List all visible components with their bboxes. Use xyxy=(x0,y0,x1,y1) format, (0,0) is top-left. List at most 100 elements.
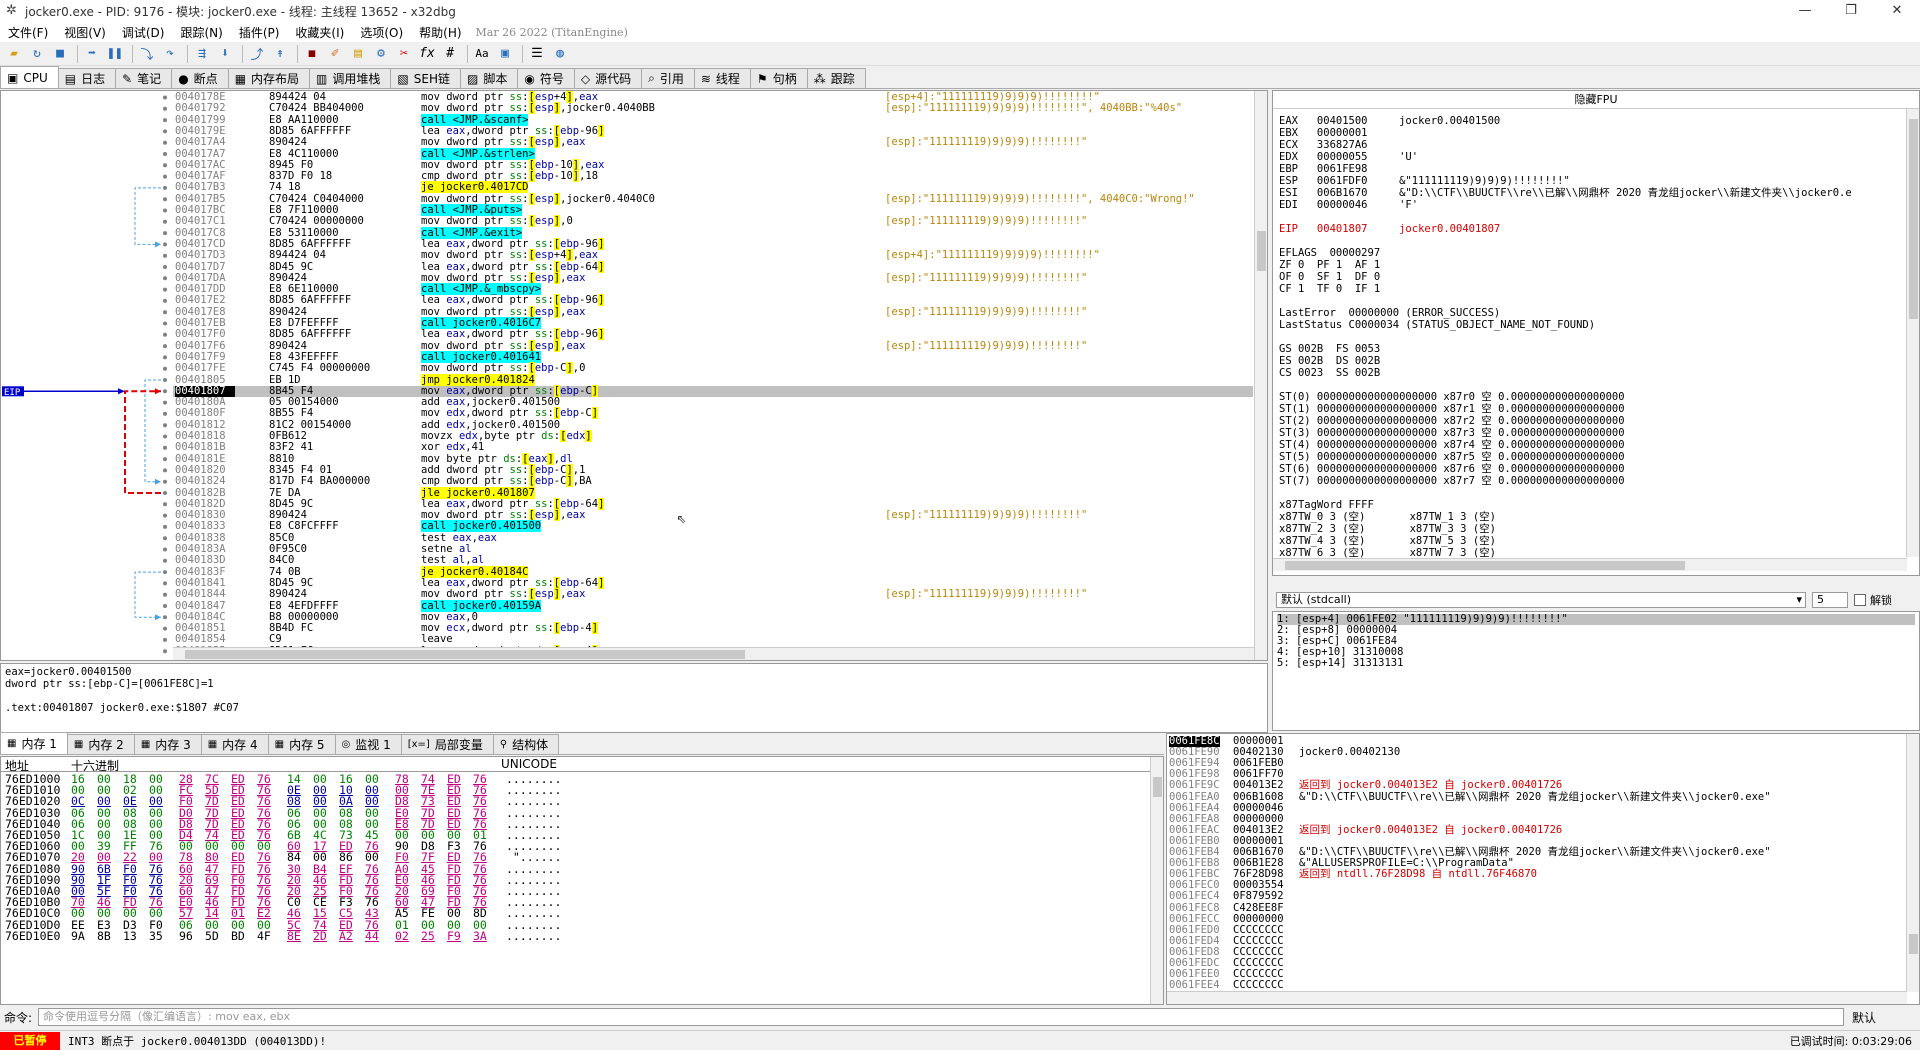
dump-tab-7[interactable]: [x=] 局部变量 xyxy=(400,734,494,754)
disasm-row[interactable]: 00401838 85C0 test eax,eax xyxy=(173,532,1253,544)
trace-into-icon[interactable]: ⇶ xyxy=(192,44,212,64)
list-icon[interactable]: ☰ xyxy=(527,44,547,64)
disasm-row[interactable]: 004017C1 C70424 00000000 mov dword ptr ss:… xyxy=(173,215,1253,228)
dump-byte[interactable]: 35 xyxy=(149,930,163,942)
register-line[interactable]: x87TW_2 3 (空) x87TW_3 3 (空) xyxy=(1279,523,1899,535)
menu-plugins[interactable]: 插件(P) xyxy=(231,24,288,41)
dump-byte[interactable]: 8B xyxy=(97,930,111,942)
tab-call-stack[interactable]: ▥ 调用堆栈 xyxy=(309,68,392,88)
tab-source[interactable]: ◇ 源代码 xyxy=(573,68,643,88)
close-button[interactable]: ✕ xyxy=(1874,0,1920,22)
dump-byte[interactable]: 13 xyxy=(123,930,137,942)
disasm-row[interactable]: 0040182B 7E DA jle jocker0.401807 xyxy=(173,486,1253,499)
menu-file[interactable]: 文件(F) xyxy=(0,24,56,41)
patch-icon[interactable]: ✐ xyxy=(325,44,345,64)
disasm-row[interactable]: 004017A4 890424 mov dword ptr ss:[esp],eax… xyxy=(173,136,1253,149)
register-line[interactable]: ESI 006B1670 &"D:\\CTF\\BUUCTF\\re\\已解\\… xyxy=(1279,187,1899,199)
dump-byte[interactable]: 25 xyxy=(421,930,435,942)
disasm-row[interactable]: 0040179E 8D85 6AFFFFFF lea eax,dword ptr s… xyxy=(173,124,1253,137)
disasm-row[interactable]: 00401847 E8 4EFDFFFF call jocker0.40159A xyxy=(173,599,1253,612)
dump-byte[interactable]: A2 xyxy=(339,930,353,942)
register-line[interactable] xyxy=(1279,295,1899,307)
register-line[interactable]: EIP 00401807 jocker0.00401807 xyxy=(1279,223,1899,235)
tab-memory-map[interactable]: ▦ 内存布局 xyxy=(227,68,311,88)
disasm-row[interactable]: 004017F6 890424 mov dword ptr ss:[esp],eax… xyxy=(173,339,1253,352)
disasm-row[interactable]: 0040183D 84C0 test al,al xyxy=(173,555,1253,566)
disasm-row[interactable]: 0040180A 05 00154000 add eax,jocker0.40150… xyxy=(173,397,1253,408)
disasm-row[interactable]: 00401812 81C2 00154000 add edx,jocker0.401… xyxy=(173,419,1253,431)
stack-row[interactable]: 0061FEC4 0F879592 xyxy=(1167,891,1907,902)
register-line[interactable]: EAX 00401500 jocker0.00401500 xyxy=(1279,115,1899,127)
disasm-row[interactable]: 004017A7 E8 4C110000 call <JMP.&strlen> xyxy=(173,147,1253,160)
dump-byte[interactable]: BD xyxy=(231,930,245,942)
register-line[interactable]: EBP 0061FE98 xyxy=(1279,163,1899,175)
dump-tab-3[interactable]: ▦ 内存 3 xyxy=(133,734,202,754)
tab-trace[interactable]: ⁂ 跟踪 xyxy=(806,68,866,88)
register-line[interactable]: x87TagWord FFFF xyxy=(1279,499,1899,511)
dump-byte[interactable]: 8E xyxy=(287,930,301,942)
dump-byte[interactable]: 3A xyxy=(473,930,487,942)
register-line[interactable] xyxy=(1279,235,1899,247)
register-line[interactable]: EDX 00000055 'U' xyxy=(1279,151,1899,163)
disasm-row[interactable]: 004017C8 E8 53110000 call <JMP.&exit> xyxy=(173,226,1253,239)
dump-row[interactable]: 76ED1010 00 00 02 00 FC 5D ED 76 0E 00 10 00 00 7E ED 76… xyxy=(1,784,1151,796)
label-icon[interactable]: ✂ xyxy=(394,44,414,64)
disasm-row[interactable]: 00401841 8D45 9C lea eax,dword ptr ss:[ebp… xyxy=(173,576,1253,589)
tab-threads[interactable]: ≋ 线程 xyxy=(693,68,751,88)
font-icon[interactable]: Aa xyxy=(472,44,492,64)
stack-row[interactable]: 0061FECC 00000000 xyxy=(1167,913,1907,925)
menu-trace[interactable]: 跟踪(N) xyxy=(172,24,230,41)
dump-row[interactable]: 76ED1070 20 00 22 00 78 80 ED 76 84 00 86 00 F0 7F ED 76… xyxy=(1,852,1151,864)
menu-view[interactable]: 视图(V) xyxy=(56,24,114,41)
comments-icon[interactable]: ▤ xyxy=(348,44,368,64)
command-mode-select[interactable]: 默认 xyxy=(1852,1009,1876,1026)
disassembly-view[interactable]: 0040178E 894424 04 mov dword ptr ss:[esp+4… xyxy=(173,91,1267,660)
stack-pane[interactable]: 0061FE8C 00000001 0061FE90 00402130 jocker0.… xyxy=(1166,733,1920,1005)
disasm-vertical-scrollbar[interactable] xyxy=(1254,91,1267,660)
trace-over-icon[interactable]: ⬇ xyxy=(215,44,235,64)
tab-handles[interactable]: ⚑ 句柄 xyxy=(749,68,808,88)
dump-row[interactable]: 76ED1000 16 00 18 00 28 7C ED 76 14 00 16 00 78 74 ED 76… xyxy=(1,773,1151,785)
register-line[interactable]: GS 002B FS 0053 xyxy=(1279,343,1899,355)
disasm-row[interactable]: 00401792 C70424 BB404000 mov dword ptr ss:… xyxy=(173,102,1253,115)
dump-row[interactable]: 76ED1030 06 00 08 00 D0 7D ED 76 06 00 08 00 E0 7D ED 76… xyxy=(1,807,1151,819)
stack-vertical-scrollbar[interactable] xyxy=(1906,734,1919,992)
disasm-row[interactable]: 0040181B 83F2 41 xor edx,41 xyxy=(173,442,1253,453)
disasm-row[interactable]: 00401854 C9 leave xyxy=(173,634,1253,645)
stack-row[interactable]: 0061FEA0 006B1608 &"D:\\CTF\\BUUCTF\\re\\已… xyxy=(1167,791,1907,803)
disasm-row[interactable]: 00401851 8B4D FC mov ecx,dword ptr ss:[ebp… xyxy=(173,622,1253,635)
disasm-row[interactable]: 00401799 E8 AA110000 call <JMP.&scanf> xyxy=(173,113,1253,126)
disasm-row[interactable]: 004017FE C745 F4 00000000 mov dword ptr ss… xyxy=(173,362,1253,375)
dump-row[interactable]: 76ED1090 90 1F F0 76 20 69 F0 76 20 46 FD 76 E0 46 FD 76… xyxy=(1,874,1151,886)
dump-byte[interactable]: 2D xyxy=(313,930,327,942)
registers-horizontal-scrollbar[interactable] xyxy=(1273,558,1907,571)
register-line[interactable]: ST(5) 0000000000000000000 x87r5 空 0.0000… xyxy=(1279,451,1899,463)
register-line[interactable] xyxy=(1279,211,1899,223)
register-line[interactable]: ST(3) 0000000000000000000 x87r3 空 0.0000… xyxy=(1279,427,1899,439)
registers-list[interactable]: EAX 00401500 jocker0.00401500 EBX 0000000… xyxy=(1279,115,1899,559)
dump-row[interactable]: 76ED10A0 00 5F F0 76 60 47 FD 76 20 25 F0 76 20 69 F0 76… xyxy=(1,885,1151,897)
register-line[interactable]: LastStatus C0000034 (STATUS_OBJECT_NAME_… xyxy=(1279,319,1899,331)
register-line[interactable]: ECX 336827A6 xyxy=(1279,139,1899,151)
dump-byte[interactable]: 02 xyxy=(395,930,409,942)
hash-icon[interactable]: # xyxy=(440,44,460,64)
disasm-row[interactable]: 00401844 890424 mov dword ptr ss:[esp],eax… xyxy=(173,588,1253,601)
disasm-row[interactable]: 004017F0 8D85 6AFFFFFF lea eax,dword ptr s… xyxy=(173,328,1253,341)
menu-debug[interactable]: 调试(D) xyxy=(114,24,173,41)
register-line[interactable]: ST(6) 0000000000000000000 x87r6 空 0.0000… xyxy=(1279,463,1899,475)
register-line[interactable]: x87TW_0 3 (空) x87TW_1 3 (空) xyxy=(1279,511,1899,523)
dump-tab-6[interactable]: ◎ 监视 1 xyxy=(334,734,402,754)
dump-byte[interactable]: F9 xyxy=(447,930,461,942)
execute-till-return-icon[interactable]: ⤴ xyxy=(247,44,267,64)
unlock-checkbox[interactable] xyxy=(1854,594,1866,606)
disasm-row[interactable]: 0040182D 8D45 9C lea eax,dword ptr ss:[ebp… xyxy=(173,497,1253,510)
register-line[interactable]: OF 0 SF 1 DF 0 xyxy=(1279,271,1899,283)
register-line[interactable]: ZF 0 PF 1 AF 1 xyxy=(1279,259,1899,271)
menu-options[interactable]: 选项(O) xyxy=(352,24,411,41)
register-line[interactable]: ST(2) 0000000000000000000 x87r2 空 0.0000… xyxy=(1279,415,1899,427)
stack-row[interactable]: 0061FEC8 C428EE8F xyxy=(1167,902,1907,914)
dump-row[interactable]: 76ED10D0 EE E3 D3 F0 06 00 00 00 5C 74 ED 76 01 00 00 00… xyxy=(1,919,1151,931)
disasm-row[interactable]: 0040183A 0F95C0 setne al xyxy=(173,544,1253,555)
stack-row[interactable]: 0061FEE4 CCCCCCCC xyxy=(1167,980,1907,991)
dump-row[interactable]: 76ED10B0 70 46 FD 76 E0 46 FD 76 C0 CE F3 76 60 47 FD 76… xyxy=(1,896,1151,908)
